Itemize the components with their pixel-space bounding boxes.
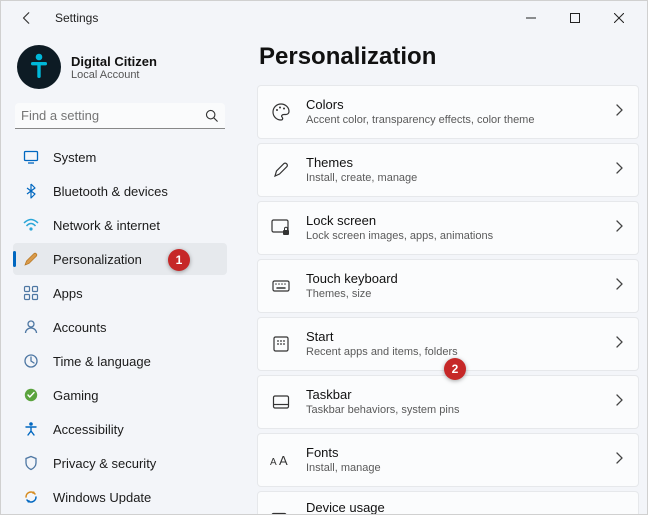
sidebar-item-apps[interactable]: Apps xyxy=(13,277,227,309)
window-body: Digital Citizen Local Account System Blu… xyxy=(1,35,647,514)
system-icon xyxy=(23,149,39,165)
privacy-icon xyxy=(23,455,39,471)
sidebar-item-label: Accounts xyxy=(53,320,106,335)
main-panel[interactable]: Personalization ColorsAccent color, tran… xyxy=(239,35,647,514)
setting-sub: Taskbar behaviors, system pins xyxy=(306,403,614,417)
start-icon xyxy=(270,333,292,355)
sidebar-item-label: Network & internet xyxy=(53,218,160,233)
settings-window: Settings Digital Citizen Local Account xyxy=(0,0,648,515)
accounts-icon xyxy=(23,319,39,335)
setting-lock-screen[interactable]: Lock screenLock screen images, apps, ani… xyxy=(257,201,639,255)
sidebar-item-network[interactable]: Network & internet xyxy=(13,209,227,241)
sidebar-item-label: System xyxy=(53,150,96,165)
search-box[interactable] xyxy=(15,103,225,129)
svg-text:A: A xyxy=(270,457,277,468)
lock-screen-icon xyxy=(270,217,292,239)
setting-sub: Recent apps and items, folders xyxy=(306,345,614,359)
setting-start[interactable]: StartRecent apps and items, folders xyxy=(257,317,639,371)
titlebar: Settings xyxy=(1,1,647,35)
search-icon xyxy=(205,109,219,123)
maximize-button[interactable] xyxy=(553,3,597,33)
setting-colors[interactable]: ColorsAccent color, transparency effects… xyxy=(257,85,639,139)
setting-touch-keyboard[interactable]: Touch keyboardThemes, size xyxy=(257,259,639,313)
sidebar-item-label: Gaming xyxy=(53,388,99,403)
chevron-right-icon xyxy=(614,219,624,237)
sidebar-item-accounts[interactable]: Accounts xyxy=(13,311,227,343)
sidebar-item-personalization[interactable]: Personalization xyxy=(13,243,227,275)
accessibility-icon xyxy=(23,421,39,437)
setting-sub: Install, create, manage xyxy=(306,171,614,185)
account-name: Digital Citizen xyxy=(71,54,157,69)
page-title: Personalization xyxy=(259,43,639,71)
setting-sub: Accent color, transparency effects, colo… xyxy=(306,113,614,127)
search-input[interactable] xyxy=(21,108,205,123)
taskbar-icon xyxy=(270,391,292,413)
device-usage-icon xyxy=(270,510,292,514)
minimize-button[interactable] xyxy=(509,3,553,33)
avatar-icon xyxy=(26,53,52,81)
avatar xyxy=(17,45,61,89)
setting-label: Taskbar xyxy=(306,387,614,403)
setting-label: Device usage xyxy=(306,500,624,514)
update-icon xyxy=(23,489,39,504)
sidebar-item-label: Privacy & security xyxy=(53,456,156,471)
sidebar-item-gaming[interactable]: Gaming xyxy=(13,379,227,411)
bluetooth-icon xyxy=(23,183,39,199)
setting-label: Touch keyboard xyxy=(306,271,614,287)
nav-list: System Bluetooth & devices Network & int… xyxy=(13,141,227,504)
gaming-icon xyxy=(23,387,39,403)
setting-label: Colors xyxy=(306,97,614,113)
sidebar-item-label: Time & language xyxy=(53,354,151,369)
time-icon xyxy=(23,353,39,369)
setting-label: Fonts xyxy=(306,445,614,461)
close-icon xyxy=(614,13,624,23)
setting-label: Lock screen xyxy=(306,213,614,229)
chevron-right-icon xyxy=(614,393,624,411)
account-text: Digital Citizen Local Account xyxy=(71,54,157,81)
sidebar-item-label: Windows Update xyxy=(53,490,151,505)
window-title: Settings xyxy=(55,11,98,25)
sidebar-item-label: Accessibility xyxy=(53,422,124,437)
maximize-icon xyxy=(570,13,580,23)
setting-sub: Lock screen images, apps, animations xyxy=(306,229,614,243)
sidebar-item-bluetooth[interactable]: Bluetooth & devices xyxy=(13,175,227,207)
chevron-right-icon xyxy=(614,277,624,295)
fonts-icon: AA xyxy=(270,449,292,471)
sidebar-item-update[interactable]: Windows Update xyxy=(13,481,227,504)
svg-text:A: A xyxy=(279,453,288,468)
window-controls xyxy=(509,3,641,33)
sidebar-item-privacy[interactable]: Privacy & security xyxy=(13,447,227,479)
setting-label: Themes xyxy=(306,155,614,171)
setting-sub: Themes, size xyxy=(306,287,614,301)
setting-sub: Install, manage xyxy=(306,461,614,475)
chevron-right-icon xyxy=(614,103,624,121)
personalization-icon xyxy=(23,251,39,267)
back-button[interactable] xyxy=(15,6,39,30)
colors-icon xyxy=(270,101,292,123)
setting-device-usage[interactable]: Device usageSelect all the ways you plan… xyxy=(257,491,639,514)
themes-icon xyxy=(270,159,292,181)
sidebar-item-time[interactable]: Time & language xyxy=(13,345,227,377)
apps-icon xyxy=(23,285,39,301)
close-button[interactable] xyxy=(597,3,641,33)
sidebar: Digital Citizen Local Account System Blu… xyxy=(1,35,239,514)
sidebar-item-system[interactable]: System xyxy=(13,141,227,173)
chevron-right-icon xyxy=(614,335,624,353)
setting-label: Start xyxy=(306,329,614,345)
network-icon xyxy=(23,217,39,233)
sidebar-item-accessibility[interactable]: Accessibility xyxy=(13,413,227,445)
account-type: Local Account xyxy=(71,69,157,81)
setting-taskbar[interactable]: TaskbarTaskbar behaviors, system pins xyxy=(257,375,639,429)
chevron-right-icon xyxy=(614,161,624,179)
touch-keyboard-icon xyxy=(270,275,292,297)
sidebar-item-label: Apps xyxy=(53,286,83,301)
setting-fonts[interactable]: AA FontsInstall, manage xyxy=(257,433,639,487)
chevron-right-icon xyxy=(614,451,624,469)
sidebar-item-label: Bluetooth & devices xyxy=(53,184,168,199)
account-block[interactable]: Digital Citizen Local Account xyxy=(17,45,223,89)
back-icon xyxy=(20,11,34,25)
sidebar-item-label: Personalization xyxy=(53,252,142,267)
setting-themes[interactable]: ThemesInstall, create, manage xyxy=(257,143,639,197)
minimize-icon xyxy=(526,13,536,23)
